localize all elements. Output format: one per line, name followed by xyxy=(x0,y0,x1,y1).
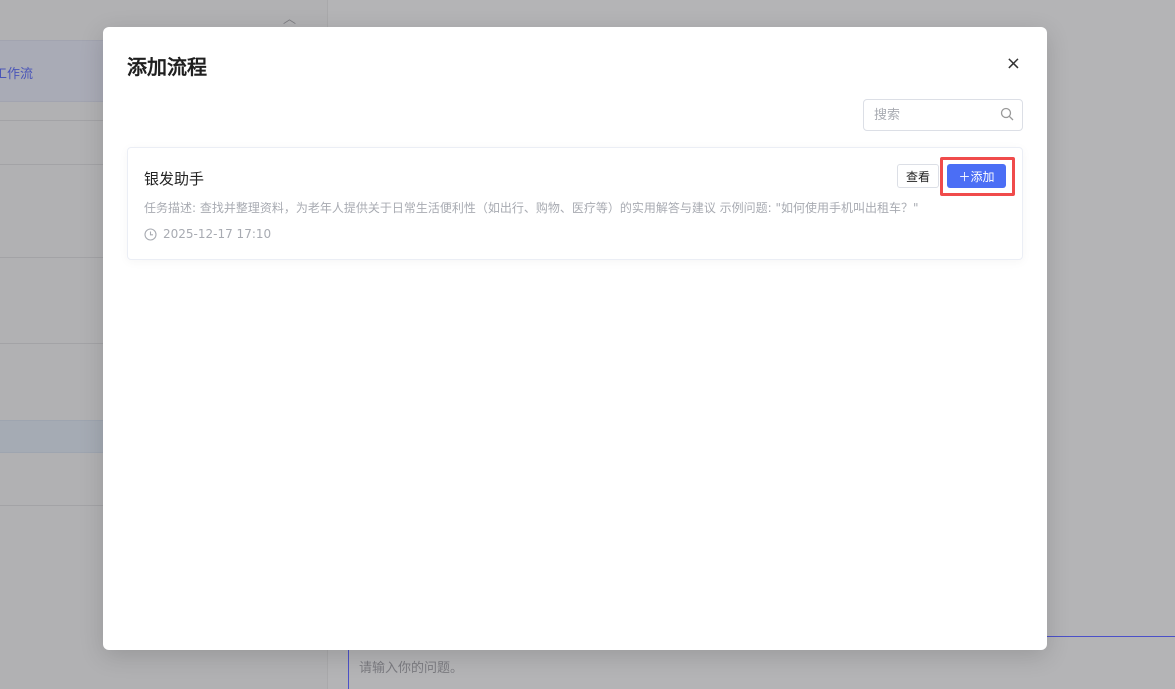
add-button[interactable]: ＋添加 xyxy=(947,164,1006,188)
search-input[interactable] xyxy=(864,100,989,130)
flow-time-text: 2025-12-17 17:10 xyxy=(163,227,272,241)
add-flow-dialog: 添加流程 × 银发助手 查看 ＋添加 任务描述: 查找并整理资料，为老年人提供关… xyxy=(103,27,1047,650)
flow-name: 银发助手 xyxy=(144,170,205,188)
flow-card: 银发助手 查看 ＋添加 任务描述: 查找并整理资料，为老年人提供关于日常生活便利… xyxy=(127,147,1023,260)
view-button[interactable]: 查看 xyxy=(897,164,939,188)
flow-time: 2025-12-17 17:10 xyxy=(144,227,271,241)
search-box xyxy=(863,99,1023,131)
add-button-label: 添加 xyxy=(970,169,995,184)
sidebar-item-label: 工作流 xyxy=(0,67,34,82)
flow-description: 任务描述: 查找并整理资料，为老年人提供关于日常生活便利性（如出行、购物、医疗等… xyxy=(144,201,919,215)
search-icon[interactable] xyxy=(1000,107,1014,121)
close-icon[interactable]: × xyxy=(1006,53,1021,74)
plus-icon: ＋ xyxy=(958,169,971,184)
clock-icon xyxy=(144,227,157,241)
question-input-placeholder: 请输入你的问题。 xyxy=(359,661,464,676)
dialog-title: 添加流程 xyxy=(127,55,207,79)
chevron-up-icon[interactable]: ︿ xyxy=(283,8,296,27)
